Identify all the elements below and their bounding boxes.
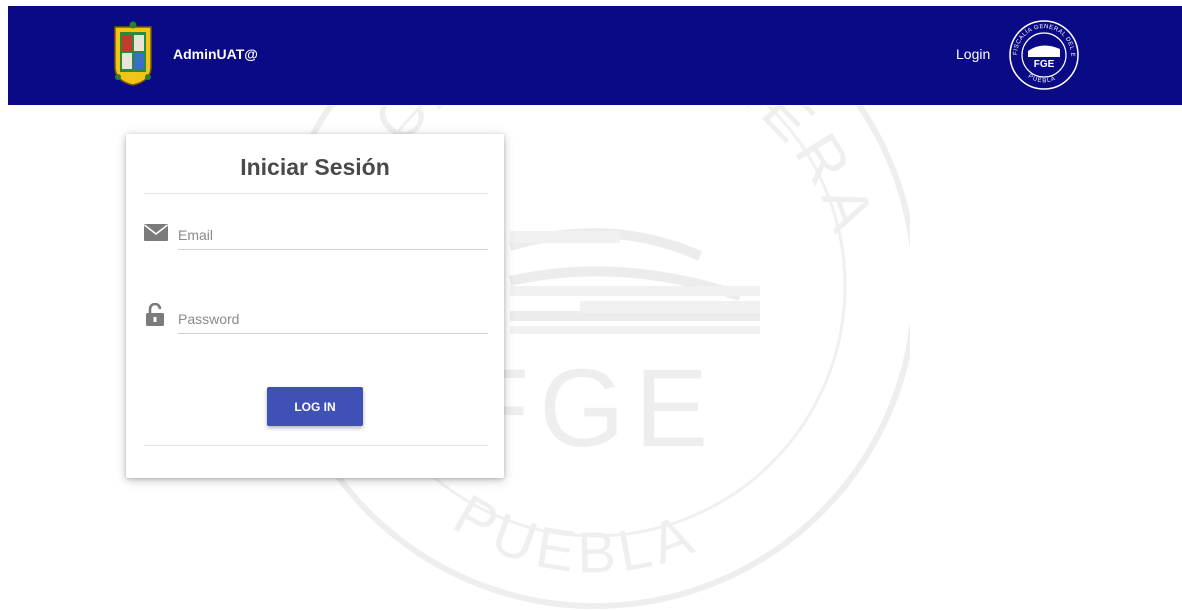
nav-login-link[interactable]: Login bbox=[956, 46, 990, 62]
puebla-coat-of-arms-icon[interactable] bbox=[110, 21, 156, 87]
password-field[interactable] bbox=[178, 304, 488, 334]
app-header: AdminUAT@ Login FISCALÍA GENERAL DEL EST… bbox=[8, 6, 1182, 105]
login-title: Iniciar Sesión bbox=[240, 154, 390, 180]
title-divider bbox=[144, 193, 488, 194]
envelope-icon bbox=[144, 224, 168, 241]
footer-divider bbox=[144, 445, 488, 446]
unlocked-padlock-icon bbox=[146, 303, 164, 326]
fge-seal-icon[interactable]: FISCALÍA GENERAL DEL ESTADO PUEBLA FGE bbox=[1008, 19, 1080, 91]
login-card: Iniciar Sesión LOG IN bbox=[126, 134, 504, 478]
login-button[interactable]: LOG IN bbox=[267, 387, 363, 426]
watermark-ring-bottom-text: PUEBLA bbox=[443, 482, 701, 586]
seal-fge-text: FGE bbox=[1034, 59, 1055, 70]
email-field[interactable] bbox=[178, 220, 488, 250]
login-page: FISCALÍA GENERAL DEL ESTADO PUEBLA FGE bbox=[0, 0, 1182, 610]
brand-name[interactable]: AdminUAT@ bbox=[173, 46, 258, 62]
svg-text:PUEBLA: PUEBLA bbox=[443, 482, 707, 586]
